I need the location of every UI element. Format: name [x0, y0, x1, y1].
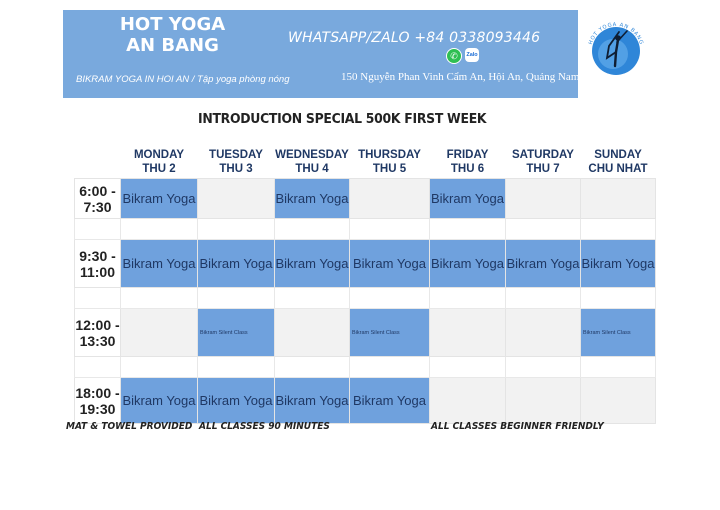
empty-cell [505, 308, 581, 357]
tagline: BIKRAM YOGA IN HOI AN / Tập yoga phòng n… [76, 74, 290, 85]
class-cell: Bikram Yoga [274, 377, 350, 424]
schedule-row: 6:00 -7:30 Bikram Yoga Bikram Yoga Bikra… [74, 178, 656, 219]
class-cell: Bikram Yoga [120, 239, 198, 288]
empty-cell [429, 377, 506, 424]
class-cell: Bikram Yoga [120, 178, 198, 219]
class-cell: Bikram Yoga [274, 178, 350, 219]
empty-cell [580, 178, 656, 219]
whatsapp-contact[interactable]: WHATSAPP/ZALO +84 0338093446 [288, 30, 540, 46]
class-cell: Bikram Silent Class [580, 308, 656, 357]
time-slot: 6:00 -7:30 [74, 178, 121, 219]
day-header: FRIDAY THU 6 [446, 149, 489, 175]
spacer-row [74, 218, 656, 240]
page-title: INTRODUCTION SPECIAL 500K FIRST WEEK [198, 111, 487, 127]
time-column-header [75, 146, 121, 179]
brand-name: HOT YOGA AN BANG [100, 14, 245, 56]
footer-mat-towel: MAT & TOWEL PROVIDED [66, 421, 193, 432]
class-cell: Bikram Silent Class [197, 308, 275, 357]
schedule-row: 9:30 -11:00 Bikram Yoga Bikram Yoga Bikr… [74, 239, 656, 288]
time-slot: 12:00 -13:30 [74, 308, 121, 357]
zalo-icon[interactable]: Zalo [465, 48, 479, 62]
class-schedule-table: MONDAY THU 2 TUESDAY THU 3 WEDNESDAY THU 4 … [74, 146, 656, 424]
empty-cell [505, 178, 581, 219]
day-header: TUESDAY THU 3 [209, 149, 263, 175]
class-cell: Bikram Yoga [349, 239, 430, 288]
class-cell: Bikram Yoga [197, 239, 275, 288]
empty-cell [580, 377, 656, 424]
footer-beginner: ALL CLASSES BEGINNER FRIENDLY [431, 421, 604, 432]
class-cell: Bikram Silent Class [349, 308, 430, 357]
empty-cell [120, 308, 198, 357]
time-slot: 9:30 -11:00 [74, 239, 121, 288]
empty-cell [274, 308, 350, 357]
whatsapp-icon[interactable]: ✆ [446, 48, 462, 64]
class-cell: Bikram Yoga [580, 239, 656, 288]
day-header: SUNDAY CHU NHAT [588, 149, 648, 175]
class-cell: Bikram Yoga [197, 377, 275, 424]
day-header: SATURDAY THU 7 [512, 149, 574, 175]
footer-duration: ALL CLASSES 90 MINUTES [199, 421, 330, 432]
brand-line-1: HOT YOGA [119, 14, 226, 35]
class-cell: Bikram Yoga [429, 178, 506, 219]
brand-line-2: AN BANG [126, 35, 219, 56]
empty-cell [349, 178, 430, 219]
contact-icons: ✆ Zalo [446, 48, 479, 64]
day-header: THURSDAY THU 5 [358, 149, 421, 175]
schedule-row: 12:00 -13:30 Bikram Silent Class Bikram … [74, 308, 656, 357]
class-cell: Bikram Yoga [505, 239, 581, 288]
yoga-pose-logo: HOT YOGA AN BANG [588, 22, 643, 75]
day-header: MONDAY THU 2 [133, 149, 185, 175]
schedule-row: 18:00 -19:30 Bikram Yoga Bikram Yoga Bik… [74, 377, 656, 424]
day-header: WEDNESDAY THU 4 [275, 149, 349, 175]
spacer-row [74, 356, 656, 378]
spacer-row [74, 287, 656, 309]
address: 150 Nguyễn Phan Vinh Cẩm An, Hội An, Quả… [341, 71, 580, 83]
class-cell: Bikram Yoga [120, 377, 198, 424]
class-cell: Bikram Yoga [274, 239, 350, 288]
class-cell: Bikram Yoga [429, 239, 506, 288]
empty-cell [429, 308, 506, 357]
time-slot: 18:00 -19:30 [74, 377, 121, 424]
empty-cell [505, 377, 581, 424]
empty-cell [197, 178, 275, 219]
class-cell: Bikram Yoga [349, 377, 430, 424]
day-header-row: MONDAY THU 2 TUESDAY THU 3 WEDNESDAY THU 4 … [75, 146, 656, 179]
